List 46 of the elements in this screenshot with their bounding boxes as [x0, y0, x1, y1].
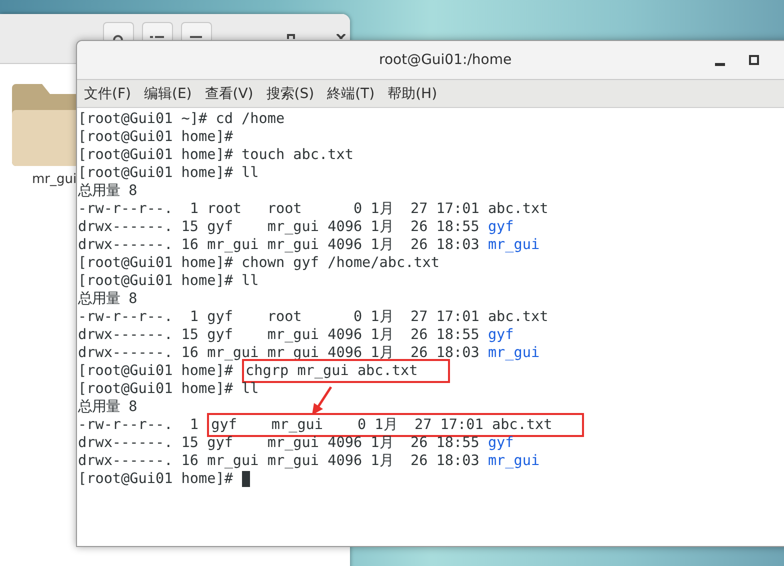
terminal-text: drwx------. 15 gyf mr_gui 4096 1月 26 18:55 [78, 218, 480, 236]
menu-item[interactable]: 查看(V) [204, 84, 254, 102]
terminal-text: [root@Gui01 home]# [78, 362, 234, 380]
terminal-text: 总用量 8 [78, 182, 138, 200]
terminal-text: drwx------. 15 gyf mr_gui 4096 1月 26 18:55 [78, 326, 480, 344]
menu-button[interactable] [180, 22, 212, 40]
terminal-text: [root@Gui01 home]# chown gyf /home/abc.txt [78, 254, 440, 272]
menu-item[interactable]: 编辑(E) [144, 84, 192, 102]
highlighted-text: gyf mr_gui 0 1月 27 17:01 abc.txt [209, 415, 582, 435]
arrow-icon [312, 386, 332, 415]
terminal-text: [root@Gui01 home]# [78, 470, 233, 488]
terminal-text: [root@Gui01 home]# [78, 128, 233, 146]
maximize-icon [286, 34, 295, 39]
terminal-text: [root@Gui01 home]# touch abc.txt [78, 146, 354, 164]
directory-name: gyf [488, 434, 514, 452]
directory-name: mr_gui [488, 344, 540, 362]
terminal-text: 总用量 8 [78, 290, 138, 308]
directory-name: mr_gui [488, 236, 540, 254]
terminal-text: -rw-r--r--. 1 [78, 416, 200, 434]
view-button[interactable] [142, 22, 173, 40]
maximize-icon[interactable] [749, 55, 759, 65]
minimize-icon[interactable] [715, 62, 725, 66]
highlighted-text: chgrp mr_gui abc.txt [244, 361, 448, 381]
list-icon [150, 35, 164, 40]
terminal-text: 总用量 8 [78, 398, 138, 416]
terminal-text: [root@Gui01 ~]# cd /home [78, 110, 285, 128]
terminal-text: [root@Gui01 home]# ll [78, 272, 259, 290]
menu-item[interactable]: 文件(F) [84, 84, 131, 102]
search-button[interactable] [103, 22, 134, 40]
terminal-text: -rw-r--r--. 1 root root 0 1月 27 17:01 abc.txt [78, 200, 548, 218]
terminal-text: drwx------. 15 gyf mr_gui 4096 1月 26 18:55 [78, 434, 480, 452]
window-title: root@Gui01:/home [379, 52, 512, 68]
terminal-text: [root@Gui01 home]# ll [78, 380, 259, 398]
close-icon [336, 34, 346, 39]
terminal-text: drwx------. 16 mr_gui mr_gui 4096 1月 26 18:03 [78, 452, 480, 470]
directory-name: gyf [488, 326, 514, 344]
directory-name: mr_gui [488, 452, 540, 470]
terminal-text: drwx------. 16 mr_gui mr_gui 4096 1月 26 18:03 [78, 236, 480, 254]
search-icon [112, 34, 124, 40]
terminal-text: [root@Gui01 home]# ll [78, 164, 259, 182]
directory-name: gyf [488, 218, 514, 236]
folder-label: mr_gui [32, 172, 77, 187]
menu-item[interactable]: 帮助(H) [388, 84, 438, 102]
menu-item[interactable]: 搜索(S) [266, 84, 314, 102]
menu-item[interactable]: 終端(T) [327, 84, 375, 102]
terminal-text: -rw-r--r--. 1 gyf root 0 1月 27 17:01 abc.txt [78, 308, 548, 326]
